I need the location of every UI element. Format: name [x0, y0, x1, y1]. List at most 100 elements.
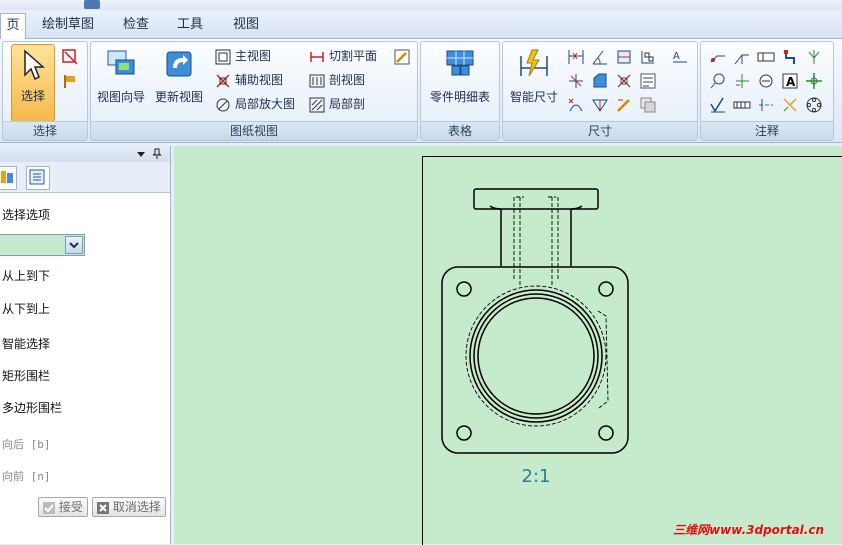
leader-icon[interactable] [733, 48, 751, 66]
section-view-button[interactable]: 剖视图 [309, 70, 365, 90]
section-view-label: 剖视图 [329, 73, 366, 87]
svg-text:A: A [786, 75, 796, 89]
tab-library[interactable] [0, 166, 17, 190]
select-button-label: 选择 [20, 89, 45, 103]
option-bottom-to-top[interactable]: 从下到上 [2, 300, 50, 317]
option-forward: 向前 [n] [2, 470, 51, 483]
check-icon [43, 501, 55, 514]
option-top-to-bottom[interactable]: 从上到下 [2, 267, 50, 284]
copy-dimension-icon[interactable] [639, 96, 657, 114]
tab-view[interactable]: 视图 [226, 13, 266, 37]
drawing-view[interactable]: 2:1 [174, 146, 842, 544]
broken-out-section-icon [309, 97, 325, 112]
auxiliary-view-button[interactable]: 辅助视图 [215, 70, 283, 90]
tab-home[interactable]: 页 [0, 13, 26, 39]
option-rectangle-fence[interactable]: 矩形围栏 [2, 367, 50, 384]
auxiliary-view-label: 辅助视图 [235, 73, 284, 87]
accept-button[interactable]: 接受 [38, 497, 88, 517]
cutting-plane-icon [310, 51, 324, 62]
svg-text:A: A [673, 51, 680, 62]
update-views-icon [166, 51, 192, 77]
ribbon: 选择 选择 视图向导 更新视图 主视图 辅助视图 局部放大图 切割平面 剖视图 … [0, 39, 842, 143]
angle-between-icon[interactable] [591, 48, 609, 66]
pin-icon[interactable] [152, 148, 162, 160]
center-mark-icon[interactable] [805, 72, 823, 90]
datum-frame-icon[interactable] [781, 48, 799, 66]
coordinate-dimension-icon[interactable] [615, 48, 633, 66]
view-wizard-button[interactable]: 视图向导 [93, 48, 149, 105]
library-icon [1, 171, 13, 183]
weld-symbol-icon[interactable] [805, 48, 823, 66]
panel-dropdown-icon[interactable] [136, 149, 146, 159]
flag-select-icon[interactable] [61, 72, 79, 90]
drawing-views-group: 视图向导 更新视图 主视图 辅助视图 局部放大图 切割平面 剖视图 局部剖 图纸 [90, 41, 418, 141]
broken-out-section-button[interactable]: 局部剖 [309, 94, 365, 114]
crossing-select-icon[interactable] [61, 48, 79, 66]
text-dimension-icon[interactable]: A [671, 48, 689, 66]
text-icon[interactable]: A [781, 72, 799, 90]
option-polygon-fence[interactable]: 多边形围栏 [2, 399, 62, 416]
distance-between-icon[interactable] [567, 48, 585, 66]
view-wizard-label: 视图向导 [96, 90, 145, 104]
centerline-icon[interactable] [757, 96, 775, 114]
cursor-arrow-icon [24, 49, 45, 81]
select-group-label: 选择 [3, 121, 87, 140]
close-icon [97, 501, 109, 514]
option-back: 向后 [b] [2, 438, 51, 451]
drawing-views-group-label: 图纸视图 [91, 121, 417, 140]
ordinate-dimension-icon[interactable] [639, 48, 657, 66]
callout-icon[interactable] [709, 48, 727, 66]
hatch-icon[interactable] [733, 96, 751, 114]
balloon-icon[interactable] [709, 72, 727, 90]
chamfer-dimension-icon[interactable] [591, 72, 609, 90]
principal-view-label: 主视图 [235, 49, 272, 63]
view-wizard-icon [107, 50, 135, 75]
chevron-down-icon [69, 242, 79, 249]
dropdown-button[interactable] [65, 236, 83, 254]
parts-list-label: 零件明细表 [429, 90, 490, 104]
cutting-plane-label: 切割平面 [329, 49, 378, 63]
select-filter-dropdown[interactable] [0, 234, 85, 256]
cutting-plane-button[interactable]: 切割平面 [309, 46, 377, 66]
dimension-style-icon[interactable] [639, 72, 657, 90]
bolt-hole-circle-icon[interactable] [781, 96, 799, 114]
tab-sketch[interactable]: 绘制草图 [36, 13, 100, 37]
tab-select-options[interactable] [26, 166, 50, 190]
bolt-circle-pattern-icon[interactable] [805, 96, 823, 114]
annotation-group-label: 注释 [701, 121, 833, 140]
panel-tabs [0, 162, 170, 193]
retrieve-dimensions-icon[interactable] [615, 72, 633, 90]
dimension-group: 智能尺寸 A 尺寸 [502, 41, 698, 141]
select-button[interactable]: 选择 [11, 44, 55, 122]
ribbon-tab-bar: 页 绘制草图 检查 工具 视图 [0, 10, 842, 39]
datum-target-icon[interactable] [733, 72, 751, 90]
update-views-label: 更新视图 [154, 90, 203, 104]
broken-out-section-label: 局部剖 [329, 97, 366, 111]
edge-condition-icon[interactable] [757, 72, 775, 90]
principal-view-icon [215, 49, 231, 64]
smart-dimension-button[interactable]: 智能尺寸 [505, 48, 563, 105]
auxiliary-view-icon [216, 73, 230, 88]
feature-control-frame-icon[interactable] [757, 48, 775, 66]
tab-inspect[interactable]: 检查 [116, 13, 156, 37]
section-view-icon [309, 74, 325, 87]
cancel-label: 取消选择 [112, 500, 161, 514]
select-group: 选择 选择 [2, 41, 88, 141]
panel-header [0, 146, 170, 162]
cancel-selection-button[interactable]: 取消选择 [92, 497, 166, 517]
accept-label: 接受 [58, 500, 83, 514]
angular-coordinate-icon[interactable] [591, 96, 609, 114]
surface-texture-icon[interactable] [709, 96, 727, 114]
update-views-button[interactable]: 更新视图 [151, 48, 207, 105]
pencil-edit-icon[interactable] [393, 48, 411, 66]
principal-view-button[interactable]: 主视图 [215, 46, 271, 66]
annotation-group: A 注释 [700, 41, 834, 141]
smart-dimension-label: 智能尺寸 [509, 90, 558, 104]
leader-dimension-icon[interactable] [615, 96, 633, 114]
tab-tools[interactable]: 工具 [170, 13, 210, 37]
detail-view-button[interactable]: 局部放大图 [215, 94, 295, 114]
arc-dimension-icon[interactable] [567, 96, 585, 114]
option-smart-select[interactable]: 智能选择 [2, 335, 50, 352]
symmetric-diameter-icon[interactable] [567, 72, 585, 90]
parts-list-button[interactable]: 零件明细表 [423, 48, 497, 105]
